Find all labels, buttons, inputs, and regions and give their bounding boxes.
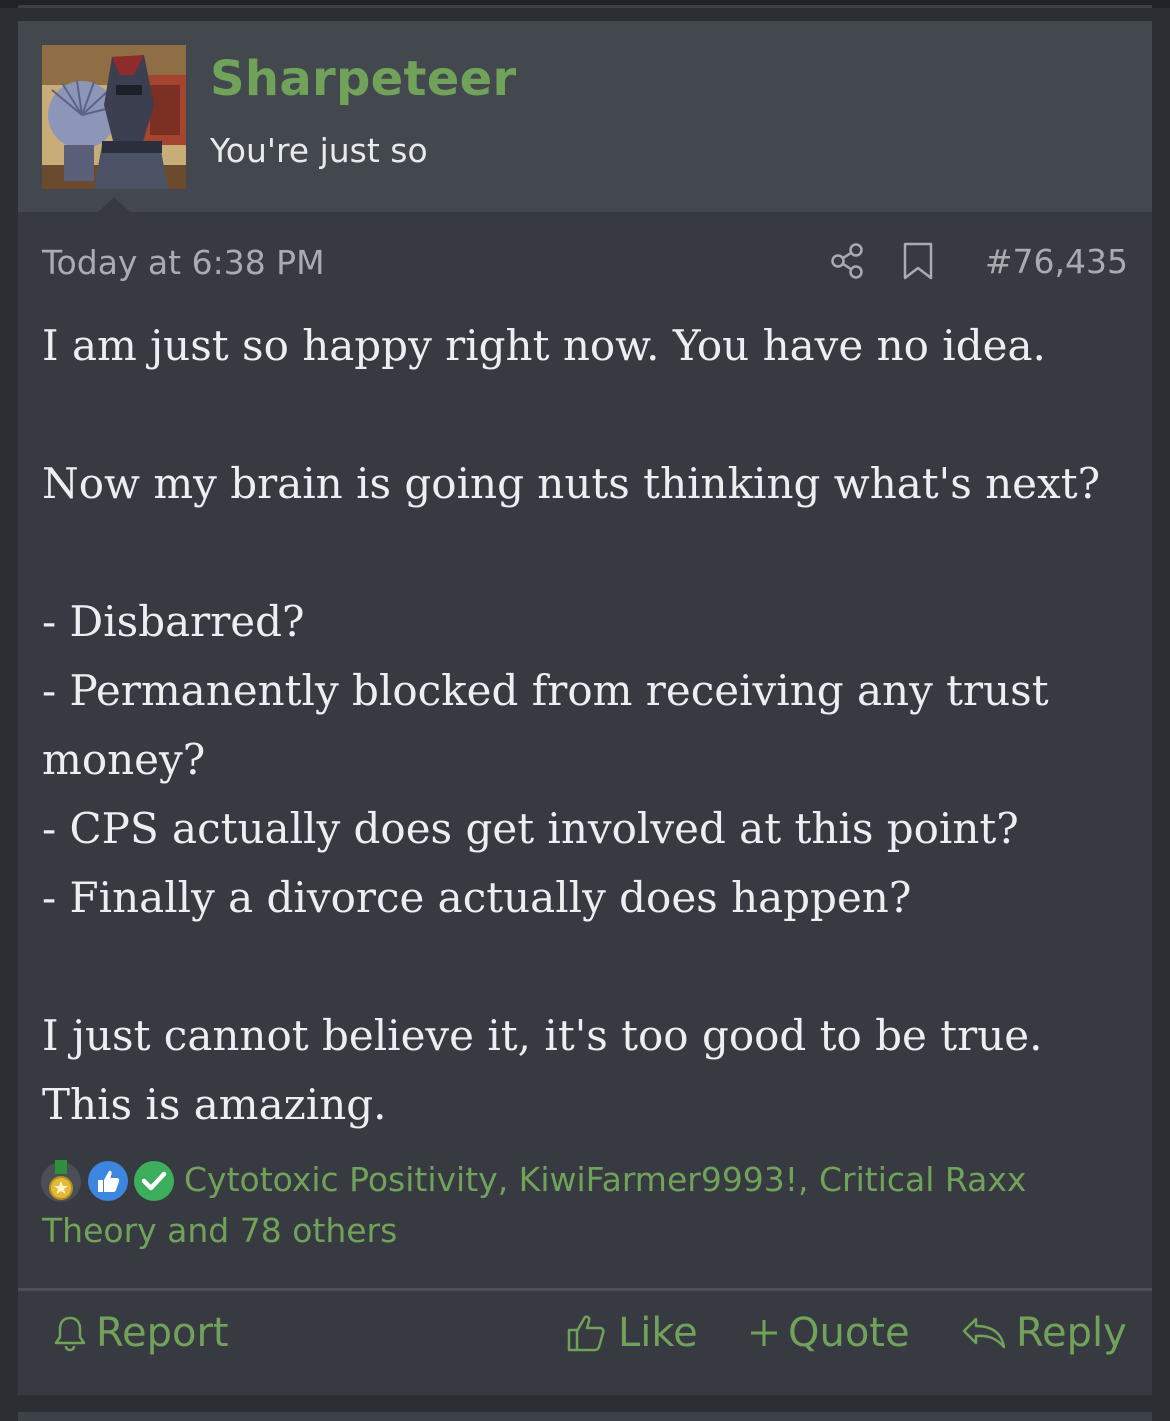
bookmark-icon[interactable] (901, 241, 935, 281)
reaction-users-line1[interactable]: Cytotoxic Positivity, KiwiFarmer9993!, C… (184, 1155, 1026, 1205)
reply-label: Reply (1016, 1310, 1127, 1356)
body-line: Now my brain is going nuts thinking what… (42, 459, 1101, 508)
medal-icon (39, 1160, 83, 1204)
reactions-summary[interactable]: Cytotoxic Positivity, KiwiFarmer9993!, C… (39, 1155, 1132, 1250)
body-line: - Permanently blocked from receiving any… (42, 666, 1049, 784)
quote-label: Quote (788, 1310, 910, 1356)
thumbs-up-reaction-icon (86, 1159, 130, 1203)
quote-button[interactable]: Quote (748, 1305, 910, 1361)
post-number-link[interactable]: #76,435 (985, 242, 1128, 281)
post-date[interactable]: Today at 6:38 PM (42, 243, 325, 282)
report-label: Report (96, 1310, 229, 1356)
forum-post: Sharpeteer You're just so Today at 6:38 … (18, 21, 1152, 1395)
post-body: I am just so happy right now. You have n… (42, 311, 1136, 1139)
reply-button[interactable]: Reply (962, 1305, 1127, 1361)
body-line: - CPS actually does get involved at this… (42, 804, 1019, 853)
previous-post-edge (0, 0, 1170, 8)
report-button[interactable]: Report (52, 1305, 229, 1361)
post-meta-actions: #76,435 (827, 241, 1128, 281)
reaction-users-line2[interactable]: Theory and 78 others (42, 1206, 397, 1256)
checkmark-reaction-icon (132, 1159, 176, 1203)
header-pointer (98, 197, 130, 212)
body-line: I am just so happy right now. You have n… (42, 321, 1046, 370)
like-label: Like (618, 1310, 698, 1356)
share-icon[interactable] (827, 241, 867, 281)
user-title: You're just so (210, 131, 428, 170)
reaction-icons (39, 1155, 182, 1205)
footer-divider (18, 1288, 1152, 1291)
bell-icon (54, 1316, 86, 1352)
body-line: - Finally a divorce actually does happen… (42, 873, 912, 922)
body-line: - Disbarred? (42, 597, 305, 646)
plus-icon (751, 1320, 777, 1346)
thumbs-up-icon (567, 1315, 605, 1352)
like-button[interactable]: Like (566, 1305, 698, 1361)
next-post-edge (18, 1412, 1152, 1421)
post-header: Sharpeteer You're just so (18, 21, 1152, 212)
body-line: I just cannot believe it, it's too good … (42, 1011, 1043, 1129)
reply-icon (962, 1317, 1006, 1349)
avatar[interactable] (42, 45, 186, 189)
username-link[interactable]: Sharpeteer (210, 51, 516, 107)
